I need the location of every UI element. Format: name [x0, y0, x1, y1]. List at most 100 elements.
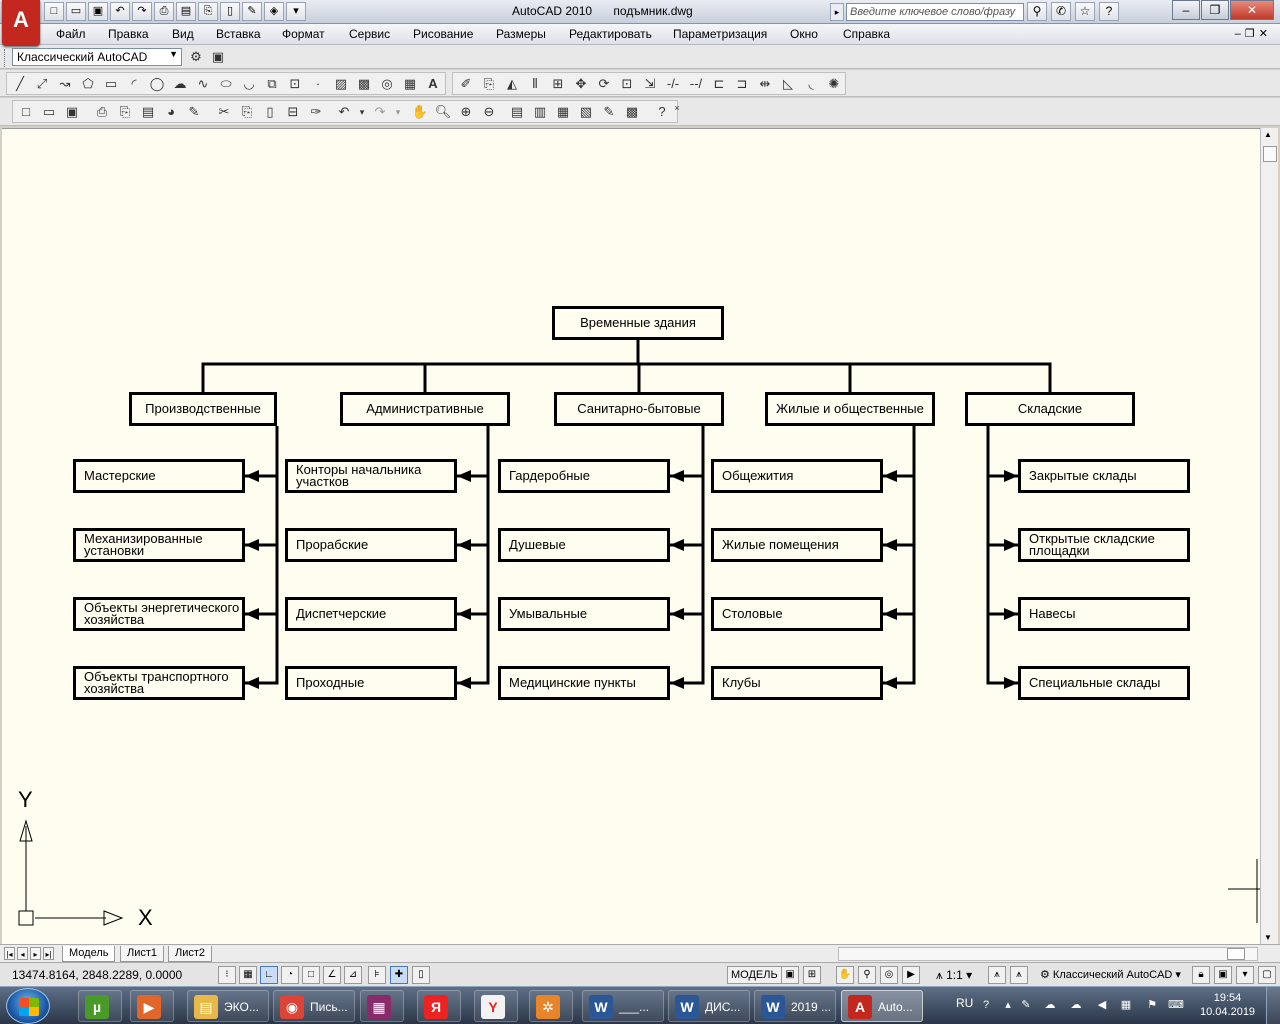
taskbar-item-settings[interactable]: ✲ — [529, 990, 573, 1022]
redo-icon[interactable]: ↷ — [132, 2, 152, 21]
ellipse-icon[interactable]: ⬭ — [216, 74, 236, 94]
publish-icon[interactable]: ▤ — [176, 2, 196, 21]
customize-qat-icon[interactable]: ▾ — [286, 2, 306, 21]
menu-dimension[interactable]: Размеры — [496, 27, 546, 41]
clock[interactable]: 19:54 10.04.2019 — [1200, 991, 1255, 1019]
explode-icon[interactable]: ✺ — [824, 74, 844, 94]
table-icon[interactable]: ▦ — [400, 74, 420, 94]
help-icon[interactable]: ? — [1099, 2, 1119, 21]
toolbar-close-icon[interactable]: × — [672, 98, 682, 118]
plot-icon[interactable]: ⎙ — [154, 2, 174, 21]
undo-icon[interactable]: ↶ — [334, 102, 354, 122]
stretch-icon[interactable]: ⇲ — [640, 74, 660, 94]
category-node[interactable]: Административные — [340, 392, 510, 426]
item-node[interactable]: Открытые складские площадки — [1018, 528, 1190, 562]
taskbar-item-word2[interactable]: W ДИС... — [668, 990, 750, 1022]
zoom-status-icon[interactable]: ⚲ — [858, 966, 876, 984]
array-icon[interactable]: ⊞ — [548, 74, 568, 94]
coordinates-readout[interactable]: 13474.8164, 2848.2289, 0.0000 — [12, 968, 182, 982]
taskbar-item-word1[interactable]: W ___... — [582, 990, 664, 1022]
ellipse-arc-icon[interactable]: ◡ — [239, 74, 259, 94]
first-tab-icon[interactable]: |◂ — [4, 947, 15, 960]
workspace-switching[interactable]: ⚙ Классический AutoCAD ▾ — [1038, 966, 1183, 984]
item-node[interactable]: Конторы начальника участков — [285, 459, 457, 493]
pan-icon[interactable]: ✋ — [410, 102, 430, 122]
join-icon[interactable]: ⇹ — [755, 74, 775, 94]
taskbar-item-utorrent[interactable]: µ — [78, 990, 122, 1022]
category-node[interactable]: Жилые и общественные — [765, 392, 935, 426]
polygon-icon[interactable]: ⬠ — [78, 74, 98, 94]
keyboard-icon[interactable]: ⌨ — [1168, 997, 1184, 1013]
item-node[interactable]: Душевые — [498, 528, 670, 562]
print-preview-icon[interactable]: ⎘ — [198, 2, 218, 21]
network-icon[interactable]: ▦ — [1118, 997, 1134, 1013]
item-node[interactable]: Специальные склады — [1018, 666, 1190, 700]
copy-icon[interactable]: ⎘ — [237, 102, 257, 122]
status-menu-icon[interactable]: ▾ — [1236, 966, 1254, 984]
onedrive-icon[interactable]: ☁ — [1042, 997, 1058, 1013]
move-icon[interactable]: ✥ — [571, 74, 591, 94]
menu-parametric[interactable]: Параметризация — [673, 27, 767, 41]
item-node[interactable]: Столовые — [711, 597, 883, 631]
3d-dwf-icon[interactable]: ◕ — [161, 102, 181, 122]
toolbar-grip[interactable] — [4, 49, 7, 67]
item-node[interactable]: Жилые помещения — [711, 528, 883, 562]
prev-tab-icon[interactable]: ◂ — [17, 947, 28, 960]
quick-view-layouts-icon[interactable]: ▣ — [781, 966, 799, 984]
save-icon[interactable]: ▣ — [88, 2, 108, 21]
workspace-settings-icon[interactable]: ⚙ — [186, 47, 206, 67]
etransmit-icon[interactable]: ✎ — [184, 102, 204, 122]
zoom-realtime-icon[interactable]: 🔍︎ — [433, 102, 453, 122]
show-desktop-button[interactable] — [1266, 987, 1280, 1024]
taskbar-item-explorer[interactable]: ▤ ЭКО... — [187, 990, 269, 1022]
undo-dropdown-icon[interactable]: ▾ — [352, 102, 372, 122]
next-tab-icon[interactable]: ▸ — [30, 947, 41, 960]
dynamic-input-icon[interactable]: ⊧ — [368, 966, 386, 984]
gradient-icon[interactable]: ▩ — [354, 74, 374, 94]
menu-format[interactable]: Формат — [282, 27, 325, 41]
dynamic-ucs-icon[interactable]: ⊿ — [344, 966, 362, 984]
undo-icon[interactable]: ↶ — [110, 2, 130, 21]
minimize-icon[interactable]: ‒ — [1172, 0, 1200, 20]
item-node[interactable]: Закрытые склады — [1018, 459, 1190, 493]
showmotion-icon[interactable]: ▶ — [902, 966, 920, 984]
language-indicator[interactable]: RU — [956, 996, 973, 1010]
match-properties-icon[interactable]: ⊟ — [283, 102, 303, 122]
help-icon[interactable]: ? — [652, 102, 672, 122]
multiline-text-icon[interactable]: A — [423, 74, 443, 94]
ortho-mode-icon[interactable]: ∟ — [260, 966, 278, 984]
match-properties-icon[interactable]: ✎ — [242, 2, 262, 21]
document-window-controls[interactable]: ‒❐✕ — [1235, 27, 1272, 40]
cut-icon[interactable]: ✂ — [214, 102, 234, 122]
item-node[interactable]: Гардеробные — [498, 459, 670, 493]
scale-icon[interactable]: ⊡ — [617, 74, 637, 94]
scroll-up-icon[interactable]: ▲ — [1264, 130, 1272, 139]
properties-icon[interactable]: ▤ — [507, 102, 527, 122]
chamfer-icon[interactable]: ◺ — [778, 74, 798, 94]
spline-icon[interactable]: ∿ — [193, 74, 213, 94]
trim-icon[interactable]: -/- — [663, 74, 683, 94]
model-space-button[interactable]: МОДЕЛЬ — [727, 966, 782, 984]
object-snap-icon[interactable]: □ — [302, 966, 320, 984]
redo-icon[interactable]: ↷ — [370, 102, 390, 122]
object-snap-tracking-icon[interactable]: ∠ — [323, 966, 341, 984]
tab-model[interactable]: Модель — [62, 946, 116, 962]
polar-tracking-icon[interactable]: ◔ — [281, 966, 299, 984]
drawing-canvas[interactable]: Временные здания Производственные Мастерск… — [2, 128, 1260, 944]
hardware-acceleration-icon[interactable]: ▣ — [1214, 966, 1232, 984]
tab-layout2[interactable]: Лист2 — [168, 946, 213, 962]
vertical-scrollbar[interactable]: ▲ ▼ — [1260, 128, 1278, 944]
volume-icon[interactable]: ◀ — [1094, 997, 1110, 1013]
zoom-previous-icon[interactable]: ⊖ — [479, 102, 499, 122]
taskbar-item-chrome[interactable]: ◉ Пись... — [273, 990, 355, 1022]
copy-object-icon[interactable]: ⎘ — [479, 74, 499, 94]
tray-app-icon[interactable]: ✎ — [1018, 997, 1034, 1013]
clean-screen-icon[interactable]: ▢ — [1258, 966, 1276, 984]
mirror-icon[interactable]: ◭ — [502, 74, 522, 94]
horizontal-scroll-thumb[interactable] — [1227, 948, 1245, 960]
rotate-icon[interactable]: ⟳ — [594, 74, 614, 94]
block-editor-icon[interactable]: ✑ — [306, 102, 326, 122]
line-icon[interactable]: ╱ — [10, 74, 30, 94]
plot-preview-icon[interactable]: ⎘ — [115, 102, 135, 122]
new-file-icon[interactable]: □ — [16, 102, 36, 122]
